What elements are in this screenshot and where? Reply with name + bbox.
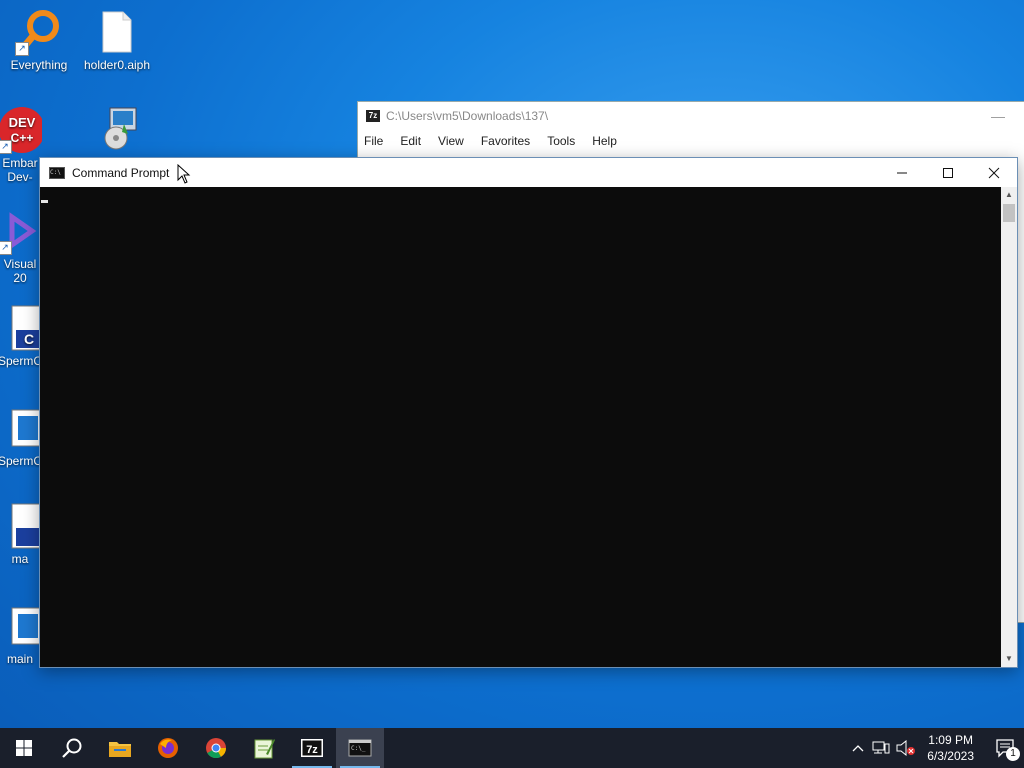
volume-button[interactable] — [893, 740, 919, 756]
menu-edit[interactable]: Edit — [400, 134, 421, 148]
scroll-up-icon[interactable]: ▲ — [1001, 187, 1017, 203]
desktop-icon-installer[interactable] — [80, 104, 156, 154]
maximize-icon — [943, 167, 953, 178]
menu-file[interactable]: File — [364, 134, 383, 148]
menu-help[interactable]: Help — [592, 134, 617, 148]
visual-studio-icon: ↗ — [0, 207, 42, 255]
scrollbar-thumb[interactable] — [1003, 204, 1015, 222]
command-prompt-window[interactable]: C:\ Command Prompt ▲ ▼ — [39, 157, 1018, 668]
action-center-button[interactable]: 1 — [988, 728, 1024, 768]
system-tray: 1:09 PM 6/3/2023 1 — [847, 728, 1024, 768]
application-icon — [0, 602, 42, 650]
application-icon — [0, 502, 42, 550]
volume-muted-icon — [896, 740, 916, 756]
cmd-window-title: Command Prompt — [72, 165, 170, 180]
7zip-window-title: C:\Users\vm5\Downloads\137\ — [386, 109, 549, 123]
svg-text:7z: 7z — [306, 744, 318, 756]
desktop-icon-everything[interactable]: ↗ Everything — [1, 8, 77, 72]
mouse-pointer-icon — [177, 164, 191, 184]
menu-tools[interactable]: Tools — [547, 134, 575, 148]
desktop-icon-label: Everything — [10, 58, 68, 72]
7zip-menubar: File Edit View Favorites Tools Help — [358, 130, 1024, 152]
cmd-icon: C:\_ — [348, 739, 372, 757]
network-icon — [872, 741, 890, 754]
scroll-down-icon[interactable]: ▼ — [1001, 651, 1017, 667]
7zip-icon: 7z — [301, 739, 323, 757]
desktop-icon-label: holder0.aiph — [83, 58, 151, 72]
desktop-icon-main[interactable]: main — [0, 602, 42, 666]
close-button[interactable] — [971, 158, 1017, 187]
installer-icon — [94, 104, 142, 152]
notepad-plus-icon — [254, 739, 275, 759]
svg-text:DEV: DEV — [9, 115, 36, 130]
7zip-titlebar[interactable]: 7z C:\Users\vm5\Downloads\137\ — [358, 102, 1024, 130]
svg-text:C: C — [24, 331, 34, 347]
cmd-icon: C:\ — [49, 166, 65, 179]
window-controls — [879, 158, 1017, 187]
desktop-icon-label: SpermC — [0, 354, 42, 368]
menu-favorites[interactable]: Favorites — [481, 134, 530, 148]
windows-icon — [16, 740, 32, 756]
close-icon — [988, 167, 1000, 178]
taskbar: 7z C:\_ 1:09 PM 6/3/2023 1 — [0, 728, 1024, 768]
desktop-icon-spermc-1[interactable]: C SpermC — [0, 304, 42, 368]
search-icon — [62, 738, 82, 758]
taskbar-file-explorer[interactable] — [96, 728, 144, 768]
svg-text:C++: C++ — [11, 131, 34, 145]
desktop-icon-ma[interactable]: ma — [0, 502, 42, 566]
desktop-icon-holder0[interactable]: holder0.aiph — [79, 8, 155, 72]
minimize-icon — [897, 172, 907, 173]
clock-date: 6/3/2023 — [927, 749, 974, 763]
taskbar-chrome[interactable] — [192, 728, 240, 768]
desktop-icon-label: main — [6, 652, 33, 666]
chrome-icon — [206, 738, 227, 759]
7zip-icon: 7z — [366, 110, 380, 122]
clock-time: 1:09 PM — [928, 733, 973, 747]
desktop-icon-label: Embar Dev- — [2, 156, 38, 184]
minimize-button[interactable] — [879, 158, 925, 187]
console-output[interactable] — [40, 187, 1001, 667]
clock[interactable]: 1:09 PM 6/3/2023 — [927, 732, 974, 764]
devcpp-icon: DEV C++ ↗ — [0, 106, 42, 154]
taskbar-7zip[interactable]: 7z — [288, 728, 336, 768]
desktop-icon-visual-studio[interactable]: ↗ Visual 20 — [0, 207, 42, 285]
chevron-up-icon — [852, 745, 864, 752]
search-button[interactable] — [48, 728, 96, 768]
everything-icon: ↗ — [15, 8, 63, 56]
show-hidden-icons-button[interactable] — [847, 744, 869, 752]
minimize-icon[interactable]: — — [991, 108, 1005, 124]
application-icon: C — [0, 304, 42, 352]
file-icon — [93, 8, 141, 56]
desktop-icon-label: SpermC — [0, 454, 42, 468]
start-button[interactable] — [0, 728, 48, 768]
taskbar-firefox[interactable] — [144, 728, 192, 768]
network-button[interactable] — [869, 741, 893, 755]
firefox-icon — [158, 738, 178, 758]
taskbar-command-prompt[interactable]: C:\_ — [336, 728, 384, 768]
svg-text:C:\_: C:\_ — [351, 745, 366, 752]
application-icon — [0, 404, 42, 452]
folder-icon — [109, 742, 131, 757]
desktop-icon-spermc-2[interactable]: SpermC — [0, 404, 42, 468]
desktop-icon-devcpp[interactable]: DEV C++ ↗ Embar Dev- — [0, 106, 42, 184]
notification-count-badge: 1 — [1006, 747, 1020, 761]
maximize-button[interactable] — [925, 158, 971, 187]
taskbar-notepadpp[interactable] — [240, 728, 288, 768]
menu-view[interactable]: View — [438, 134, 464, 148]
text-cursor — [41, 200, 48, 203]
vertical-scrollbar[interactable]: ▲ ▼ — [1001, 187, 1017, 667]
desktop-icon-label: ma — [11, 552, 29, 566]
desktop-icon-label: Visual 20 — [3, 257, 37, 285]
